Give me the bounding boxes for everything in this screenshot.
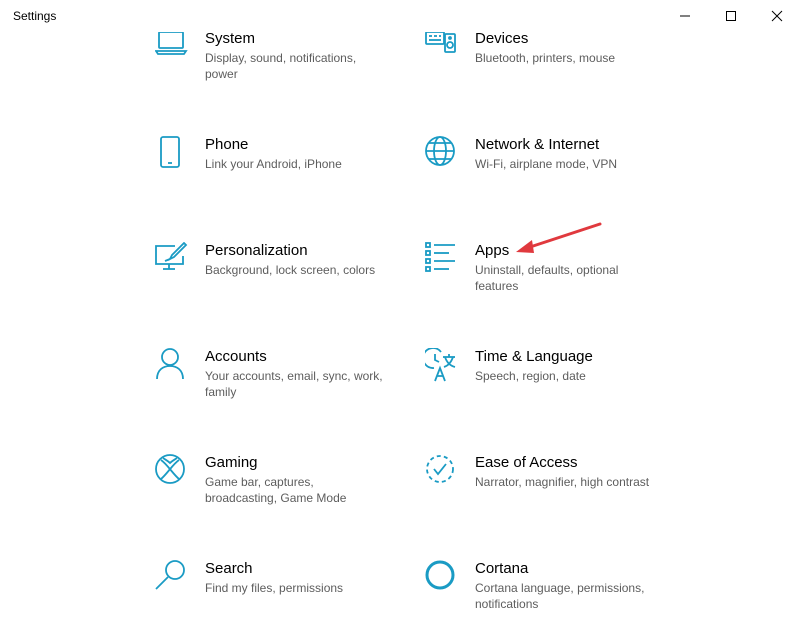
tile-title: System bbox=[205, 32, 256, 47]
maximize-button[interactable] bbox=[708, 0, 754, 32]
tile-search[interactable]: Search Find my files, permissions bbox=[155, 560, 405, 634]
tile-title: Time & Language bbox=[475, 348, 593, 365]
tile-description: Bluetooth, printers, mouse bbox=[475, 51, 616, 65]
time-language-icon bbox=[425, 348, 459, 382]
tile-accounts[interactable]: Accounts Your accounts, email, sync, wor… bbox=[155, 348, 405, 428]
tile-description: Link your Android, iPhone bbox=[205, 157, 342, 171]
tile-network[interactable]: Network & Internet Wi-Fi, airplane mode,… bbox=[425, 136, 675, 216]
tile-description: Speech, region, date bbox=[475, 369, 586, 383]
tile-personalization[interactable]: Personalization Background, lock screen,… bbox=[155, 242, 405, 322]
tile-system[interactable]: System Display, sound, notifications, po… bbox=[155, 32, 405, 110]
xbox-icon bbox=[155, 454, 189, 488]
keyboard-speaker-icon bbox=[425, 32, 459, 64]
minimize-button[interactable] bbox=[662, 0, 708, 32]
tile-apps[interactable]: Apps Uninstall, defaults, optional featu… bbox=[425, 242, 675, 322]
tile-description: Background, lock screen, colors bbox=[205, 263, 376, 277]
search-icon bbox=[155, 560, 189, 594]
ease-of-access-icon bbox=[425, 454, 459, 488]
tile-title: Ease of Access bbox=[475, 454, 578, 471]
tile-description: Uninstall, defaults, optional features bbox=[475, 263, 619, 293]
tile-title: Gaming bbox=[205, 454, 258, 471]
laptop-icon bbox=[155, 32, 189, 64]
tile-cortana[interactable]: Cortana Cortana language, permissions, n… bbox=[425, 560, 675, 634]
close-button[interactable] bbox=[754, 0, 800, 32]
tile-description: Narrator, magnifier, high contrast bbox=[475, 475, 650, 489]
settings-grid: System Display, sound, notifications, po… bbox=[0, 32, 800, 634]
tile-title: Network & Internet bbox=[475, 136, 600, 153]
tile-title: Apps bbox=[475, 242, 510, 259]
tile-description: Display, sound, notifications, power bbox=[205, 51, 357, 81]
tile-gaming[interactable]: Gaming Game bar, captures, broadcasting,… bbox=[155, 454, 405, 534]
tile-title: Accounts bbox=[205, 348, 267, 365]
tile-time-language[interactable]: Time & Language Speech, region, date bbox=[425, 348, 675, 428]
tile-description: Game bar, captures, broadcasting, Game M… bbox=[205, 475, 347, 505]
apps-list-icon bbox=[425, 242, 459, 276]
tile-devices[interactable]: Devices Bluetooth, printers, mouse bbox=[425, 32, 675, 110]
tile-ease-of-access[interactable]: Ease of Access Narrator, magnifier, high… bbox=[425, 454, 675, 534]
window-title: Settings bbox=[13, 9, 57, 23]
cortana-icon bbox=[425, 560, 459, 594]
tile-title: Personalization bbox=[205, 242, 308, 259]
phone-icon bbox=[155, 136, 189, 170]
tile-title: Search bbox=[205, 560, 253, 577]
tile-description: Wi-Fi, airplane mode, VPN bbox=[475, 157, 618, 171]
maximize-icon bbox=[726, 11, 736, 21]
tile-title: Devices bbox=[475, 32, 529, 47]
tile-title: Phone bbox=[205, 136, 249, 153]
minimize-icon bbox=[680, 15, 690, 17]
tile-description: Cortana language, permissions, notificat… bbox=[475, 581, 645, 611]
settings-window: Settings System Display, sound, notifica… bbox=[0, 0, 800, 634]
close-icon bbox=[771, 10, 783, 22]
tile-description: Find my files, permissions bbox=[205, 581, 344, 595]
person-icon bbox=[155, 348, 189, 382]
globe-icon bbox=[425, 136, 459, 170]
tile-phone[interactable]: Phone Link your Android, iPhone bbox=[155, 136, 405, 216]
title-bar: Settings bbox=[0, 0, 800, 32]
tile-description: Your accounts, email, sync, work, family bbox=[205, 369, 383, 399]
tile-title: Cortana bbox=[475, 560, 529, 577]
paint-monitor-icon bbox=[155, 242, 189, 276]
